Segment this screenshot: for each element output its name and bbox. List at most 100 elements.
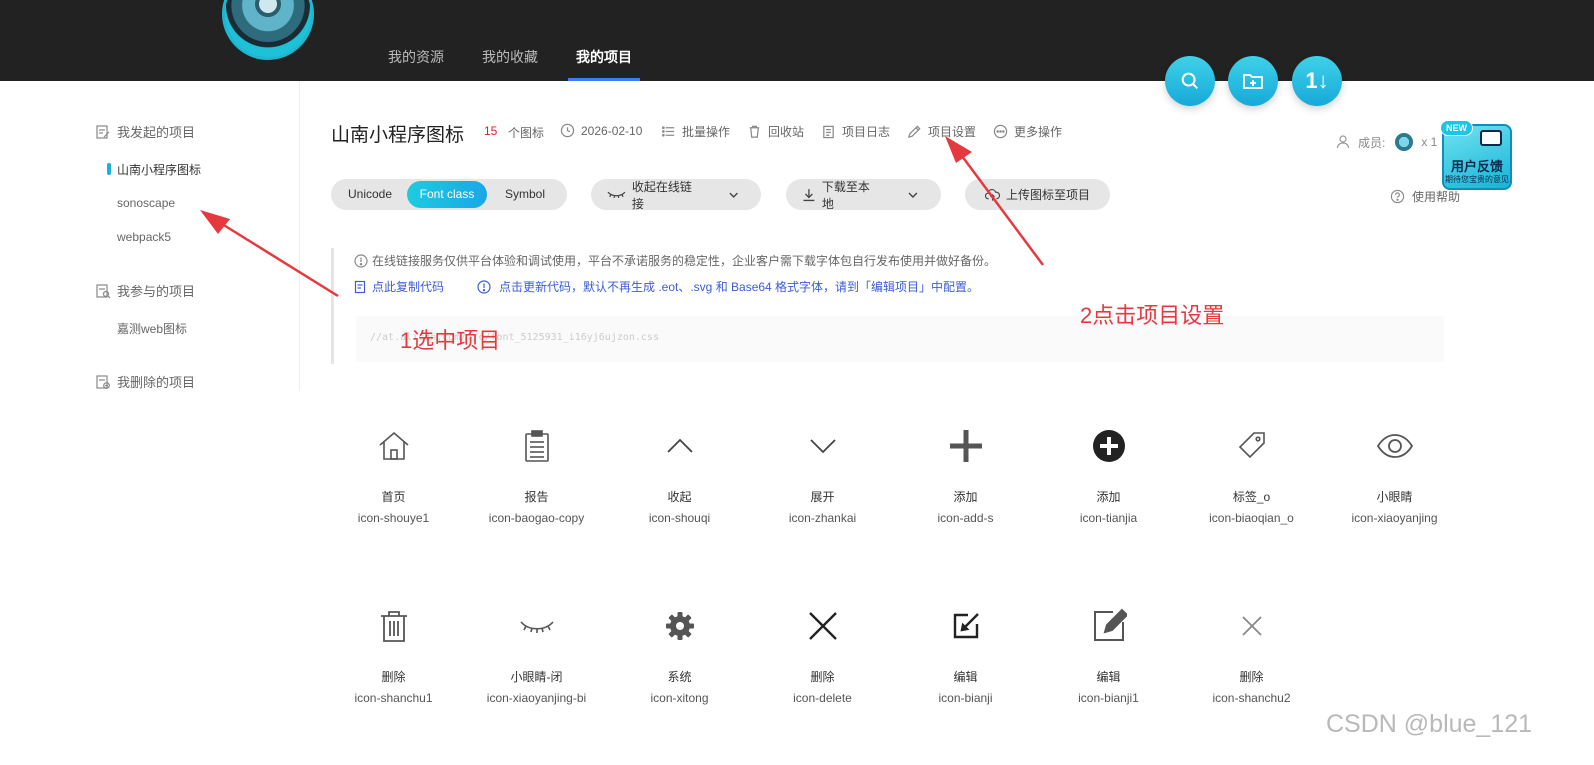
eye-closed-icon xyxy=(607,191,626,198)
project-title: 山南小程序图标 xyxy=(331,125,465,146)
icon-card[interactable]: 小眼睛 icon-xiaoyanjing xyxy=(1323,426,1466,525)
clipboard-icon xyxy=(823,125,834,139)
chevron-up-icon xyxy=(666,438,693,453)
recycle-bin-button[interactable]: 回收站 xyxy=(747,123,804,140)
question-icon xyxy=(1390,189,1405,204)
members[interactable]: 成员: x 1 xyxy=(1336,133,1437,151)
info-icon xyxy=(354,253,368,268)
segment-font-class[interactable]: Font class xyxy=(407,181,487,208)
icon-card[interactable]: 收起 icon-shouqi xyxy=(608,426,751,525)
tab-my-projects[interactable]: 我的项目 xyxy=(568,0,640,81)
icon-count-label: 个图标 xyxy=(508,126,545,140)
top-bar: 我的资源 我的收藏 我的项目 xyxy=(0,0,1594,81)
sidebar-section-label: 我删除的项目 xyxy=(117,375,196,390)
segment-unicode[interactable]: Unicode xyxy=(333,181,407,208)
copy-code-link[interactable]: 点此复制代码 xyxy=(354,278,444,295)
sidebar-item-jiace-web[interactable]: 嘉测web图标 xyxy=(117,320,187,337)
deleted-list-icon xyxy=(96,374,110,389)
report-icon xyxy=(524,430,549,462)
watermark: CSDN @blue_121 xyxy=(1326,710,1533,738)
search-icon xyxy=(1181,72,1199,90)
chevron-down-icon xyxy=(809,439,836,454)
icon-card[interactable]: 删除 icon-delete xyxy=(751,606,894,705)
sidebar-item-shannan[interactable]: 山南小程序图标 xyxy=(106,161,201,178)
sidebar-section-joined[interactable]: 我参与的项目 xyxy=(95,281,195,300)
batch-operation-button[interactable]: 批量操作 xyxy=(661,123,730,140)
icon-card[interactable]: 编辑 icon-bianji xyxy=(894,606,1037,705)
icon-card[interactable]: 首页 icon-shouye1 xyxy=(322,426,465,525)
user-icon xyxy=(1336,135,1350,149)
icon-card[interactable]: 报告 icon-baogao-copy xyxy=(465,426,608,525)
code-snippet[interactable]: //at.alicdn.com/t/c/font_5125931_i16yj6u… xyxy=(356,316,1444,362)
icon-count: 15 xyxy=(484,124,498,138)
upload-icon-button[interactable]: 上传图标至项目 xyxy=(965,179,1110,210)
annotation-step1: 1选中项目 xyxy=(400,328,501,353)
more-operations-button[interactable]: 更多操作 xyxy=(993,123,1062,140)
chevron-down-icon xyxy=(729,192,738,198)
sort-icon: 1↓ xyxy=(1305,68,1329,93)
icon-card[interactable]: 删除 icon-shanchu2 xyxy=(1180,606,1323,705)
eye-closed-icon xyxy=(519,621,554,633)
update-code-link[interactable]: 点击更新代码，默认不再生成 .eot、.svg 和 Base64 格式字体，请到… xyxy=(477,278,979,295)
sidebar-section-label: 我发起的项目 xyxy=(117,125,196,140)
feedback-subtitle: 期待您宝贵的意见 xyxy=(1445,175,1509,184)
icon-card[interactable]: 添加 icon-add-s xyxy=(894,426,1037,525)
megaphone-icon xyxy=(1480,130,1502,146)
icon-card[interactable]: 删除 icon-shanchu1 xyxy=(322,606,465,705)
tag-icon xyxy=(1238,432,1265,459)
edit-icon xyxy=(953,613,979,639)
icon-card[interactable]: 展开 icon-zhankai xyxy=(751,426,894,525)
sidebar-item-webpack5[interactable]: webpack5 xyxy=(117,230,171,244)
search-list-icon xyxy=(96,283,111,298)
info-icon xyxy=(477,279,491,294)
close-thin-icon xyxy=(1241,616,1262,636)
format-switch: Unicode Font class Symbol xyxy=(331,179,567,210)
copy-icon xyxy=(354,280,366,293)
download-local-button[interactable]: 下载至本地 xyxy=(786,179,941,211)
plus-icon xyxy=(949,430,982,462)
segment-symbol[interactable]: Symbol xyxy=(487,181,563,208)
eye-icon xyxy=(1376,434,1413,458)
list-icon xyxy=(661,126,675,137)
home-icon xyxy=(378,431,409,460)
tab-my-resources[interactable]: 我的资源 xyxy=(380,0,452,81)
member-avatar xyxy=(1395,133,1414,151)
feedback-title: 用户反馈 xyxy=(1450,159,1503,174)
more-icon xyxy=(993,124,1008,139)
notice-warning: 在线链接服务仅供平台体验和调试使用，平台不承诺服务的稳定性，企业客户需下载字体包… xyxy=(354,252,996,269)
download-icon xyxy=(803,188,815,201)
tab-my-favorites[interactable]: 我的收藏 xyxy=(474,0,546,81)
sidebar-section-initiated[interactable]: 我发起的项目 xyxy=(95,122,195,141)
annotation-step2: 2点击项目设置 xyxy=(1080,303,1225,328)
icon-card[interactable]: 小眼睛-闭 icon-xiaoyanjing-bi xyxy=(465,606,608,705)
close-icon xyxy=(808,612,837,640)
avatar[interactable] xyxy=(222,0,314,60)
icon-card[interactable]: 标签_o icon-biaoqian_o xyxy=(1180,426,1323,525)
search-button[interactable] xyxy=(1165,56,1215,106)
project-settings-button[interactable]: 项目设置 xyxy=(907,123,976,140)
icon-card[interactable]: 编辑 icon-bianji1 xyxy=(1037,606,1180,705)
icon-card[interactable]: 添加 icon-tianjia xyxy=(1037,426,1180,525)
sidebar-section-label: 我参与的项目 xyxy=(117,284,196,299)
icon-card[interactable]: 系统 icon-xitong xyxy=(608,606,751,705)
folder-add-icon xyxy=(1243,74,1263,89)
trash-icon xyxy=(380,611,407,642)
sort-button[interactable]: 1↓ xyxy=(1292,56,1342,106)
plus-circle-icon xyxy=(1092,430,1125,462)
new-badge: NEW xyxy=(1440,120,1473,136)
help-link[interactable]: 使用帮助 xyxy=(1390,188,1460,205)
sidebar-section-deleted[interactable]: 我删除的项目 xyxy=(95,372,195,391)
trash-icon xyxy=(749,125,760,138)
project-date: 2026-02-10 xyxy=(560,123,642,138)
chevron-down-icon xyxy=(908,192,918,198)
project-log-button[interactable]: 项目日志 xyxy=(821,123,890,140)
feedback-widget[interactable]: NEW 用户反馈 期待您宝贵的意见 xyxy=(1440,120,1512,190)
edit-box-icon xyxy=(1093,608,1127,641)
collapse-online-link-button[interactable]: 收起在线链接 xyxy=(591,179,761,211)
gear-icon xyxy=(665,612,694,640)
pencil-icon xyxy=(907,125,921,139)
add-folder-button[interactable] xyxy=(1228,56,1278,106)
clock-icon xyxy=(560,123,575,138)
sidebar-item-sonoscape[interactable]: sonoscape xyxy=(117,196,175,210)
top-nav: 我的资源 我的收藏 我的项目 xyxy=(380,0,662,81)
